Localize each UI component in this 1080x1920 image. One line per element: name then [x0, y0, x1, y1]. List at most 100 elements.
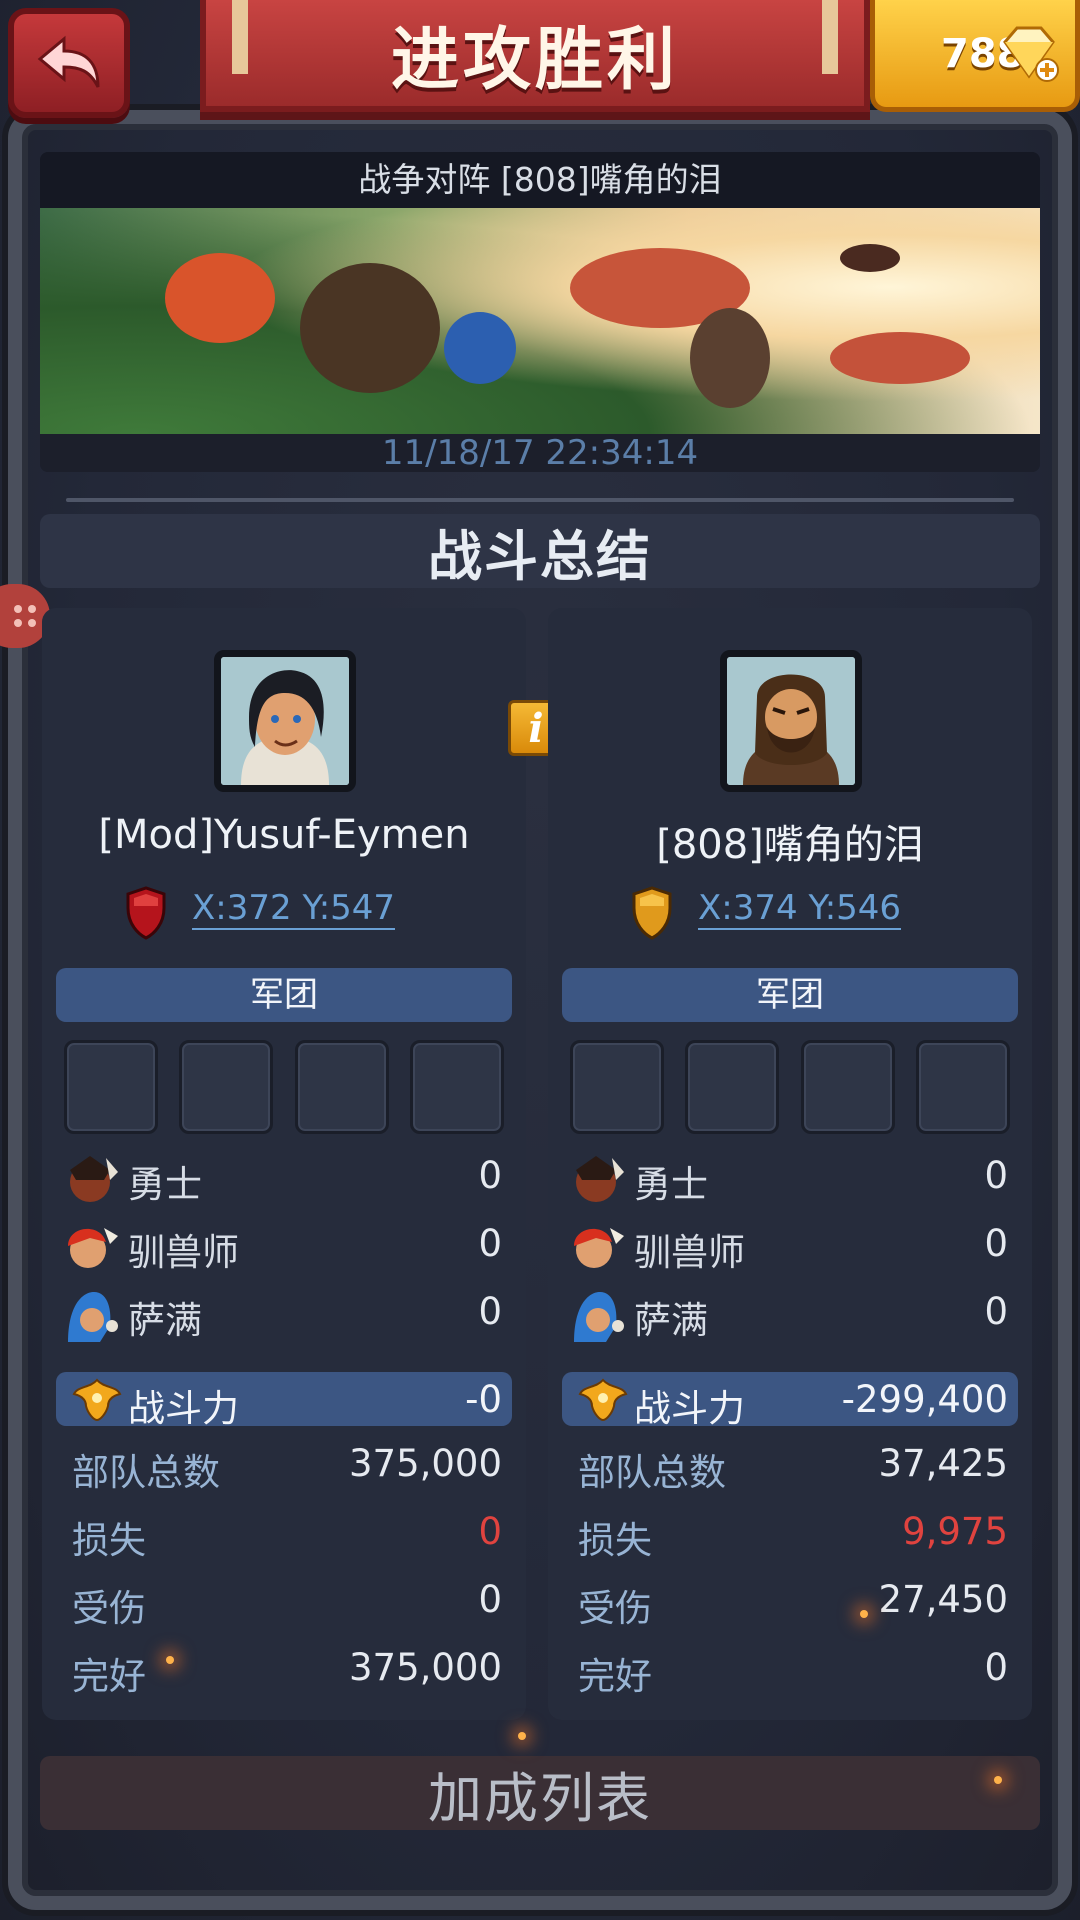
unit-count: 0 [478, 1222, 502, 1265]
attacker-location: X:372 Y:547 [42, 880, 526, 940]
divider [66, 498, 1014, 502]
stat-label: 受伤 [72, 1587, 146, 1630]
stat-intact: 完好 0 [578, 1642, 1018, 1698]
stat-wounded: 受伤 27,450 [578, 1574, 1018, 1630]
page-title: 进攻胜利 [390, 20, 679, 100]
unit-row-shaman: 萨满 0 [56, 1284, 512, 1344]
stat-label: 部队总数 [72, 1451, 220, 1494]
bonus-list-label: 加成列表 [428, 1766, 652, 1830]
unit-row-tamer: 驯兽师 0 [56, 1216, 512, 1276]
stat-total-troops: 部队总数 37,425 [578, 1438, 1018, 1494]
phoenix-icon [578, 1378, 628, 1422]
attacker-avatar[interactable] [214, 650, 356, 792]
defender-panel: [808]嘴角的泪 X:374 Y:546 军团 勇士 0 驯兽师 0 萨满 0… [548, 608, 1032, 1720]
ember-particle [166, 1656, 174, 1664]
ember-particle [860, 1610, 868, 1618]
shaman-icon [68, 1292, 118, 1342]
stat-label: 部队总数 [578, 1451, 726, 1494]
gem-plus-icon [1003, 26, 1059, 82]
stat-losses: 损失 0 [72, 1506, 512, 1562]
stat-label: 完好 [72, 1655, 146, 1698]
battle-banner: 战争对阵 [808]嘴角的泪 11/18/17 22:34:14 [40, 152, 1040, 472]
defender-legion-header: 军团 [562, 968, 1018, 1022]
unit-label: 萨满 [634, 1299, 708, 1342]
stat-label: 损失 [578, 1519, 652, 1562]
stat-label: 受伤 [578, 1587, 652, 1630]
unit-count: 0 [478, 1290, 502, 1333]
unit-count: 0 [984, 1222, 1008, 1265]
gem-counter[interactable]: 788 [870, 0, 1080, 112]
power-value: -0 [465, 1378, 502, 1421]
back-button[interactable] [8, 8, 130, 118]
unit-label: 萨满 [128, 1299, 202, 1342]
defender-legion-slots [570, 1040, 1010, 1134]
attacker-panel: [Mod]Yusuf-Eymen X:372 Y:547 军团 勇士 0 驯兽师… [42, 608, 526, 1720]
ember-particle [994, 1776, 1002, 1784]
defender-name: [808]嘴角的泪 [656, 822, 924, 868]
legion-slot[interactable] [64, 1040, 158, 1134]
unit-count: 0 [478, 1154, 502, 1197]
summary-header: 战斗总结 [40, 514, 1040, 588]
stat-total-troops: 部队总数 375,000 [72, 1438, 512, 1494]
legion-slot[interactable] [570, 1040, 664, 1134]
unit-row-warrior: 勇士 0 [562, 1148, 1018, 1208]
summary-title: 战斗总结 [428, 524, 652, 588]
stat-intact: 完好 375,000 [72, 1642, 512, 1698]
power-label: 战斗力 [128, 1387, 239, 1430]
stat-value: 27,450 [878, 1578, 1008, 1621]
legion-slot[interactable] [294, 1040, 389, 1134]
power-value: -299,400 [841, 1378, 1008, 1421]
defender-location: X:374 Y:546 [548, 880, 1032, 940]
defender-avatar[interactable] [720, 650, 862, 792]
warrior-icon [70, 1156, 118, 1202]
unit-row-tamer: 驯兽师 0 [562, 1216, 1018, 1276]
battle-illustration [40, 208, 1040, 434]
stat-value: 375,000 [348, 1646, 502, 1689]
grid-dots-icon [14, 605, 36, 627]
stat-value: 9,975 [902, 1510, 1008, 1553]
power-label: 战斗力 [634, 1387, 745, 1430]
phoenix-icon [72, 1378, 122, 1422]
unit-row-shaman: 萨满 0 [562, 1284, 1018, 1344]
stat-value: 0 [984, 1646, 1008, 1689]
gold-shield-icon [632, 886, 672, 940]
title-banner: 进攻胜利 [200, 0, 870, 112]
shaman-icon [574, 1292, 624, 1342]
defender-coordinates-link[interactable]: X:374 Y:546 [698, 888, 902, 930]
legion-slot[interactable] [179, 1040, 274, 1134]
unit-count: 0 [984, 1290, 1008, 1333]
bonus-list-button[interactable]: 加成列表 [40, 1756, 1040, 1830]
stat-wounded: 受伤 0 [72, 1574, 512, 1630]
battle-timestamp: 11/18/17 22:34:14 [40, 434, 1040, 472]
attacker-legion-slots [64, 1040, 504, 1134]
red-shield-icon [126, 886, 166, 940]
stat-value: 0 [478, 1510, 502, 1553]
stat-label: 损失 [72, 1519, 146, 1562]
unit-label: 驯兽师 [634, 1231, 745, 1274]
stat-value: 37,425 [878, 1442, 1008, 1485]
legion-slot[interactable] [409, 1040, 504, 1134]
stat-losses: 损失 9,975 [578, 1506, 1018, 1562]
ember-particle [518, 1732, 526, 1740]
stat-value: 0 [478, 1578, 502, 1621]
unit-label: 勇士 [634, 1163, 708, 1206]
legion-slot[interactable] [800, 1040, 895, 1134]
back-arrow-icon [37, 35, 100, 88]
legion-slot[interactable] [915, 1040, 1010, 1134]
unit-label: 驯兽师 [128, 1231, 239, 1274]
stat-label: 完好 [578, 1655, 652, 1698]
legion-slot[interactable] [685, 1040, 780, 1134]
attacker-legion-header: 军团 [56, 968, 512, 1022]
attacker-power-bar: 战斗力 -0 [56, 1372, 512, 1430]
beast-tamer-icon [574, 1228, 624, 1268]
info-icon: i [528, 704, 544, 752]
battle-title: 战争对阵 [808]嘴角的泪 [40, 152, 1040, 208]
warrior-icon [576, 1156, 624, 1202]
unit-count: 0 [984, 1154, 1008, 1197]
defender-power-bar: 战斗力 -299,400 [562, 1372, 1018, 1430]
beast-tamer-icon [68, 1228, 118, 1268]
attacker-coordinates-link[interactable]: X:372 Y:547 [192, 888, 396, 930]
attacker-name: [Mod]Yusuf-Eymen [98, 812, 470, 858]
unit-row-warrior: 勇士 0 [56, 1148, 512, 1208]
stat-value: 375,000 [348, 1442, 502, 1485]
